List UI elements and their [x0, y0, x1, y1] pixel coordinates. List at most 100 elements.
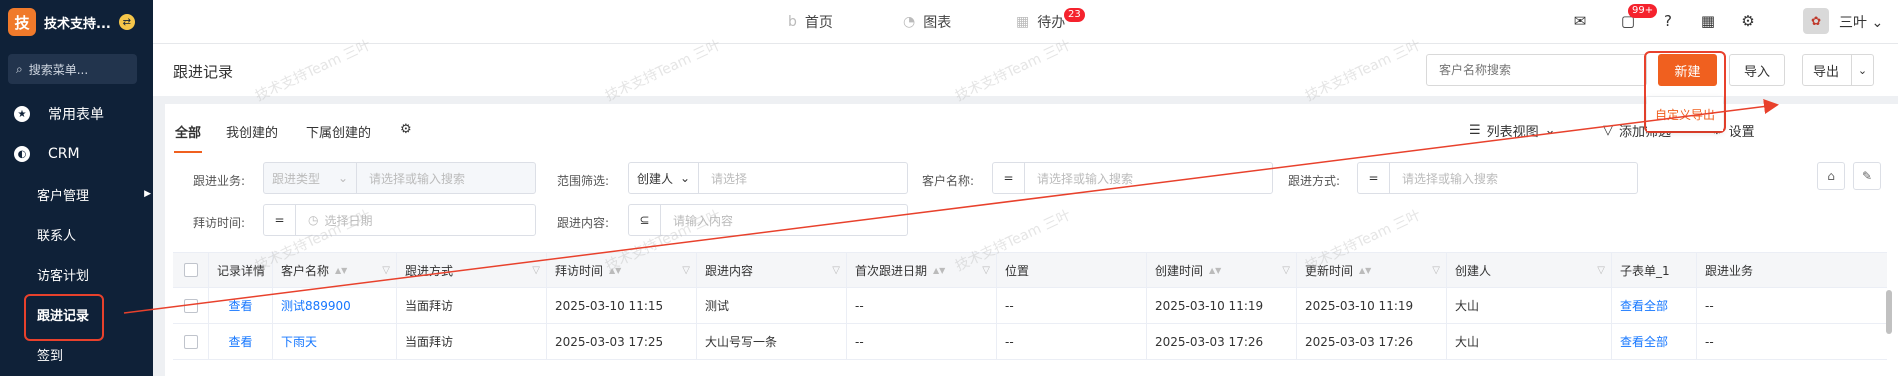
- sidebar-subitem-label: 客户管理: [37, 188, 90, 204]
- table-cell: --: [847, 324, 997, 359]
- sort-icon[interactable]: ▲▼: [335, 266, 347, 275]
- page-header: 跟进记录 新建 导入 导出 ⌄: [153, 44, 1898, 96]
- view-all-link[interactable]: 查看全部: [1612, 288, 1697, 323]
- filter-icon[interactable]: ▽: [382, 265, 390, 276]
- table-row[interactable]: 查看 测试889900 当面拜访 2025-03-10 11:15 测试 -- …: [173, 288, 1887, 324]
- apps-icon[interactable]: ▦: [1698, 11, 1718, 31]
- column-header[interactable]: 位置: [997, 253, 1147, 287]
- operator-equals[interactable]: =: [1358, 163, 1390, 193]
- custom-export-option[interactable]: 自定义导出: [1655, 106, 1715, 123]
- view-link[interactable]: 查看: [209, 324, 273, 359]
- filter-icon[interactable]: ▽: [832, 265, 840, 276]
- view-link[interactable]: 查看: [209, 288, 273, 323]
- tab-todo[interactable]: ▦ 待办: [1016, 0, 1065, 44]
- row-checkbox[interactable]: [173, 324, 209, 359]
- column-header[interactable]: 客户名称 ▲▼ ▽: [273, 253, 397, 287]
- view-all-link[interactable]: 查看全部: [1612, 324, 1697, 359]
- filter-icon[interactable]: ▽: [1597, 265, 1605, 276]
- filter-icon[interactable]: ▽: [982, 265, 990, 276]
- customer-search-input[interactable]: [1426, 54, 1647, 86]
- filter-customer-name[interactable]: = 请选择或输入搜索: [992, 162, 1273, 194]
- tab-mine[interactable]: 我创建的: [226, 122, 278, 141]
- chevron-right-icon: ▶: [144, 189, 151, 199]
- sort-icon[interactable]: ▲▼: [1359, 266, 1371, 275]
- table-cell: 2025-03-03 17:25: [547, 324, 697, 359]
- export-label: 导出: [1813, 64, 1840, 80]
- sidebar: 技 技术支持... ⇄ ⌕ 搜索菜单... ★ 常用表单 ◐ CRM 客户管理 …: [0, 0, 153, 376]
- column-header[interactable]: 创建时间 ▲▼ ▽: [1147, 253, 1297, 287]
- help-icon[interactable]: ?: [1658, 11, 1678, 31]
- tab-all[interactable]: 全部: [175, 122, 201, 141]
- tab-settings-gear-icon[interactable]: ⚙: [400, 122, 412, 137]
- column-header[interactable]: 创建人 ▽: [1447, 253, 1612, 287]
- operator-contains[interactable]: ⊆: [629, 205, 661, 235]
- sidebar-subitem-customers[interactable]: 客户管理 ▶: [0, 174, 153, 214]
- filter-business[interactable]: 跟进类型 ⌄ 请选择或输入搜索: [263, 162, 536, 194]
- filter-followup-method[interactable]: = 请选择或输入搜索: [1357, 162, 1638, 194]
- table-cell: 大山号写一条: [697, 324, 847, 359]
- crm-icon: ◐: [14, 146, 30, 162]
- sidebar-subitem-visit-plan[interactable]: 访客计划: [0, 254, 153, 294]
- sort-icon[interactable]: ▲▼: [609, 266, 621, 275]
- column-header: 记录详情: [209, 253, 273, 287]
- followup-type-value: 跟进类型: [272, 171, 321, 186]
- filter-followup-content[interactable]: ⊆ 请输入内容: [628, 204, 908, 236]
- avatar[interactable]: ✿: [1803, 8, 1829, 34]
- row-checkbox[interactable]: [173, 288, 209, 323]
- sort-icon[interactable]: ▲▼: [933, 266, 945, 275]
- menu-search-input[interactable]: ⌕ 搜索菜单...: [8, 54, 137, 84]
- filter-scope-placeholder: 请选择: [711, 171, 748, 186]
- lock-icon[interactable]: ⌂: [1817, 162, 1845, 190]
- operator-equals[interactable]: =: [993, 163, 1025, 193]
- table-cell: 大山: [1447, 324, 1612, 359]
- main-card: 全部 我创建的 下属创建的 ⚙ ☰ 列表视图 ⌄ ▽ 添加筛选 ⚙ 设置 跟进业…: [165, 104, 1898, 376]
- column-header[interactable]: 更新时间 ▲▼ ▽: [1297, 253, 1447, 287]
- sidebar-item-crm[interactable]: ◐ CRM: [0, 134, 153, 174]
- clock-icon: ◷: [308, 213, 319, 227]
- followup-type-select[interactable]: 跟进类型 ⌄: [264, 163, 357, 193]
- column-header[interactable]: 首次跟进日期 ▲▼ ▽: [847, 253, 997, 287]
- pin-icon[interactable]: ✎: [1853, 162, 1881, 190]
- export-button[interactable]: 导出 ⌄: [1802, 54, 1874, 86]
- column-header[interactable]: 跟进内容 ▽: [697, 253, 847, 287]
- chevron-down-icon: ⌄: [679, 171, 690, 185]
- filter-icon[interactable]: ▽: [1282, 265, 1290, 276]
- vertical-scrollbar[interactable]: [1886, 290, 1892, 334]
- scope-select[interactable]: 创建人 ⌄: [629, 163, 699, 193]
- operator-equals[interactable]: =: [264, 205, 296, 235]
- table-cell: --: [997, 288, 1147, 323]
- import-button[interactable]: 导入: [1729, 54, 1785, 86]
- list-view-dropdown[interactable]: ☰ 列表视图 ⌄: [1469, 121, 1556, 140]
- user-menu[interactable]: 三叶 ⌄: [1839, 12, 1883, 32]
- mail-icon[interactable]: ✉: [1570, 11, 1590, 31]
- table-cell: --: [1705, 334, 1714, 349]
- chevron-down-icon: ⌄: [1544, 123, 1556, 138]
- column-header[interactable]: 跟进方式 ▽: [397, 253, 547, 287]
- brand[interactable]: 技 技术支持... ⇄: [0, 0, 153, 44]
- column-header-label: 首次跟进日期: [855, 263, 928, 278]
- customer-link[interactable]: 测试889900: [273, 288, 397, 323]
- tab-label: 待办: [1037, 15, 1066, 31]
- sidebar-item-common-forms[interactable]: ★ 常用表单: [0, 94, 153, 134]
- customer-link[interactable]: 下雨天: [273, 324, 397, 359]
- filter-icon[interactable]: ▽: [682, 265, 690, 276]
- column-header-label: 拜访时间: [555, 263, 604, 278]
- table-row[interactable]: 查看 下雨天 当面拜访 2025-03-03 17:25 大山号写一条 -- -…: [173, 324, 1887, 360]
- brand-logo: 技: [8, 8, 36, 36]
- select-all-checkbox[interactable]: [173, 253, 209, 287]
- tab-charts[interactable]: ◔ 图表: [903, 0, 951, 44]
- switch-icon[interactable]: ⇄: [118, 14, 135, 30]
- table-cell: 2025-03-10 11:19: [1147, 288, 1297, 323]
- sort-icon[interactable]: ▲▼: [1209, 266, 1221, 275]
- tab-subordinates[interactable]: 下属创建的: [306, 122, 371, 141]
- filter-visit-time[interactable]: = ◷ 选择日期: [263, 204, 536, 236]
- gear-icon[interactable]: ⚙: [1738, 11, 1758, 31]
- filter-icon[interactable]: ▽: [532, 265, 540, 276]
- sidebar-subitem-contacts[interactable]: 联系人: [0, 214, 153, 254]
- filter-icon[interactable]: ▽: [1432, 265, 1440, 276]
- filter-label-visit-time: 拜访时间:: [193, 216, 246, 230]
- column-header[interactable]: 拜访时间 ▲▼ ▽: [547, 253, 697, 287]
- filter-scope[interactable]: 创建人 ⌄ 请选择: [628, 162, 908, 194]
- tab-home[interactable]: b 首页: [788, 0, 833, 44]
- chevron-down-icon[interactable]: ⌄: [1851, 55, 1873, 85]
